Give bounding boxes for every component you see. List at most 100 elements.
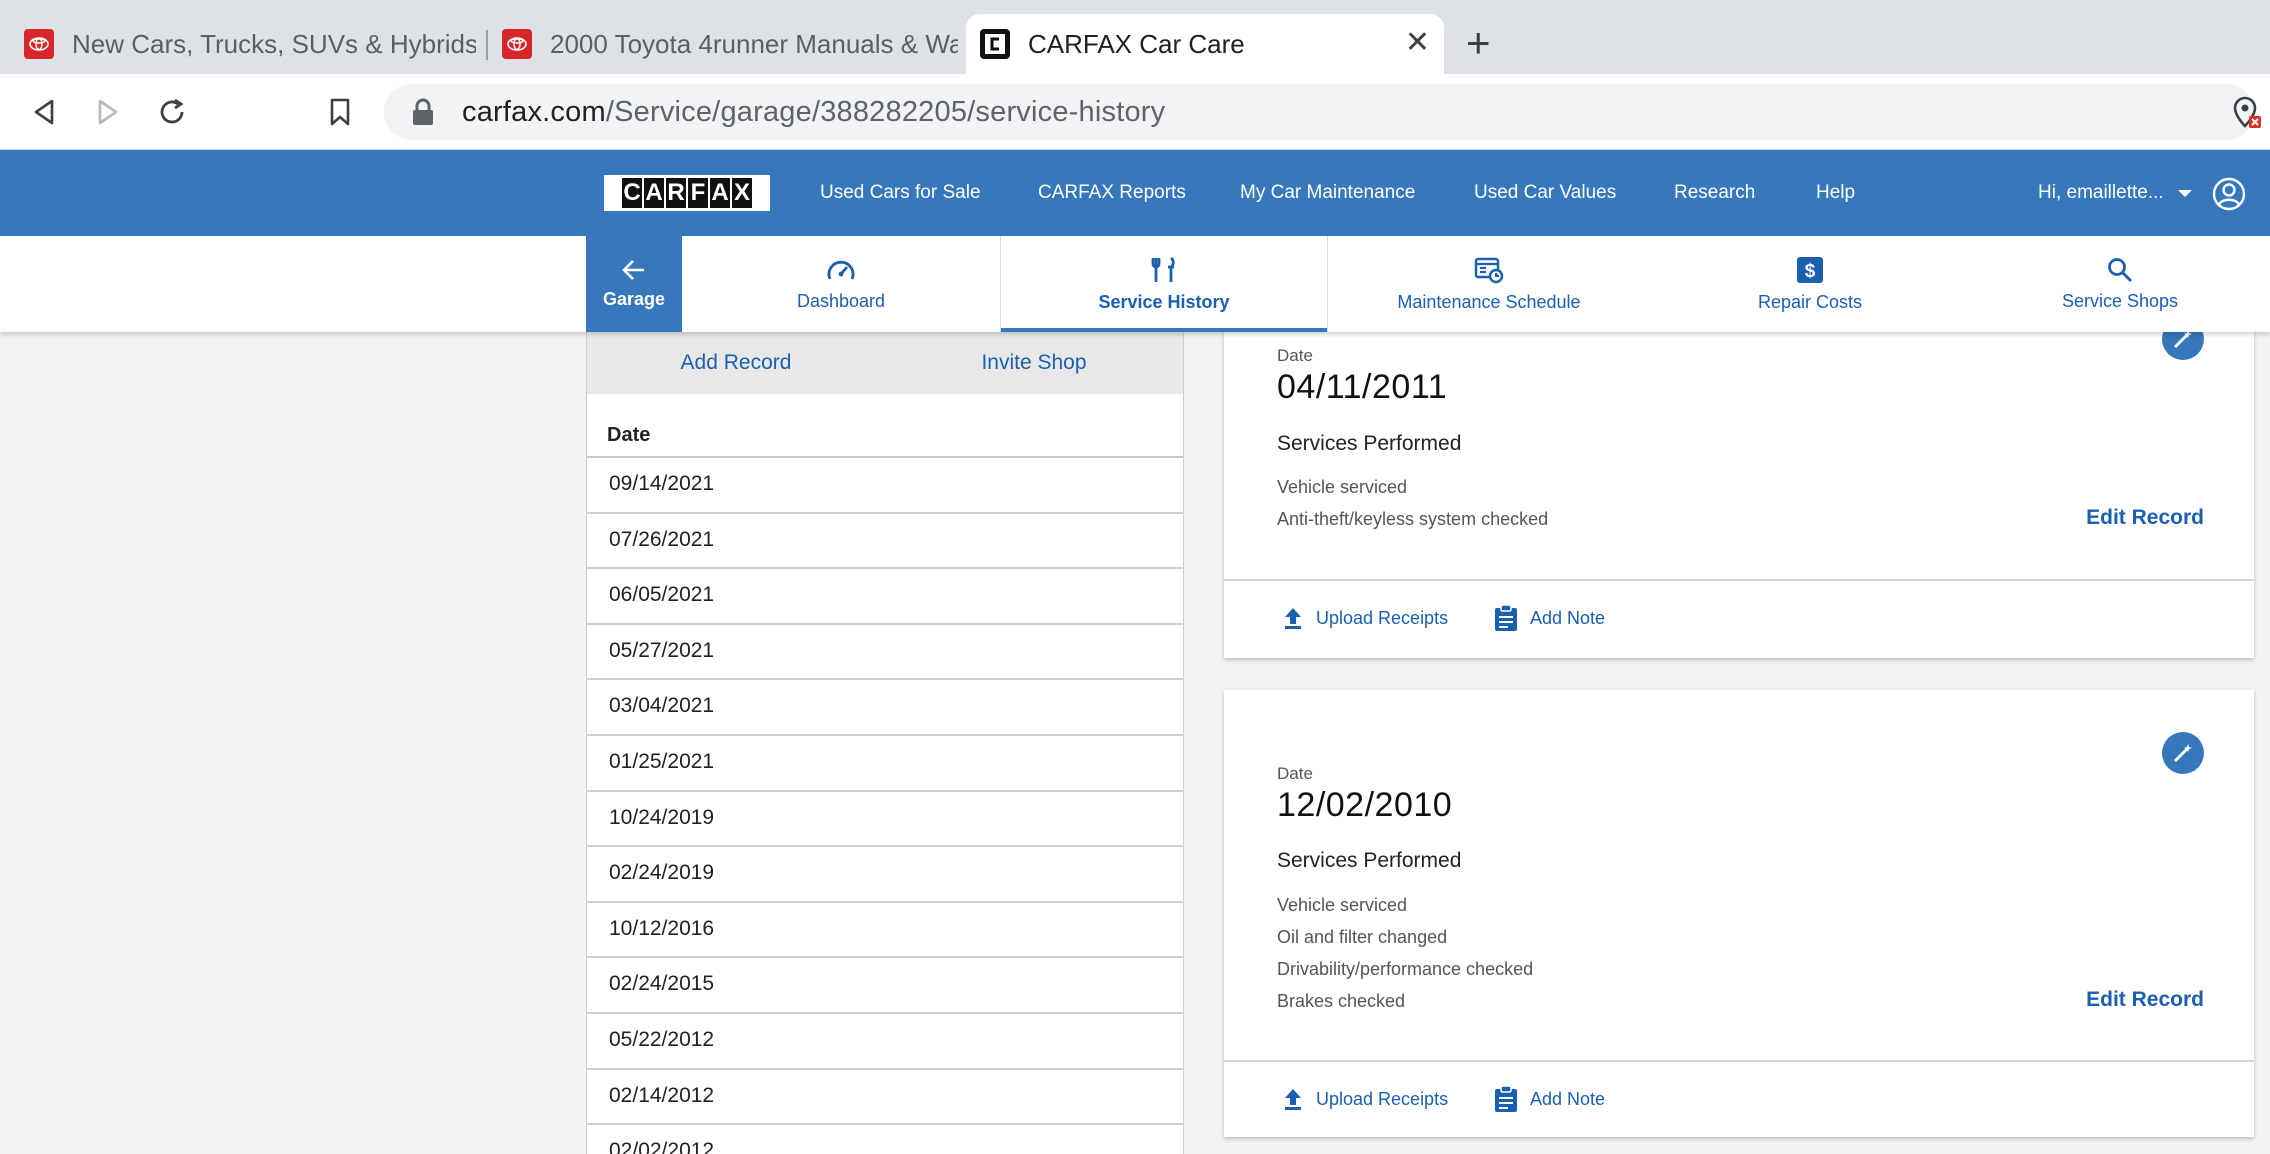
- service-item: Anti-theft/keyless system checked: [1277, 509, 1549, 529]
- add-note-button[interactable]: Add Note: [1494, 604, 1605, 632]
- carfax-header: CARFAX Used Cars for Sale CARFAX Reports…: [0, 150, 2270, 236]
- date-label: Date: [1277, 764, 1313, 783]
- record-date-row[interactable]: 05/22/2012: [587, 1014, 1183, 1070]
- tab-label: Maintenance Schedule: [1397, 291, 1581, 312]
- record-date-row[interactable]: 03/04/2021: [587, 680, 1183, 736]
- record-date-row[interactable]: 09/14/2021: [587, 458, 1183, 514]
- services-performed-title: Services Performed: [1277, 432, 1462, 455]
- browser-tab-toyota-new-cars[interactable]: New Cars, Trucks, SUVs & Hybrids |: [24, 14, 476, 74]
- record-date-row[interactable]: 06/05/2021: [587, 569, 1183, 625]
- tab-maintenance-schedule[interactable]: Maintenance Schedule: [1328, 236, 1650, 332]
- nav-used-cars[interactable]: Used Cars for Sale: [820, 150, 981, 236]
- card-divider: [1224, 1060, 2254, 1062]
- add-record-button[interactable]: Add Record: [587, 351, 885, 375]
- upload-icon: [1285, 608, 1301, 629]
- upload-receipts-button[interactable]: Upload Receipts: [1282, 606, 1448, 630]
- add-note-label: Add Note: [1530, 607, 1606, 628]
- record-date-row[interactable]: 10/12/2016: [587, 903, 1183, 959]
- edit-record-button[interactable]: Edit Record: [2086, 988, 2204, 1012]
- svg-text:$: $: [1805, 261, 1816, 282]
- garage-subnav: Garage Dashboard Service History Mainten…: [0, 236, 2270, 332]
- nav-my-car-maintenance[interactable]: My Car Maintenance: [1240, 150, 1415, 236]
- record-date: 12/02/2010: [1277, 786, 1453, 824]
- avatar-icon[interactable]: [2212, 177, 2246, 211]
- record-actions-bar: Add Record Invite Shop: [587, 332, 1183, 394]
- invite-shop-button[interactable]: Invite Shop: [885, 351, 1183, 375]
- service-item: Oil and filter changed: [1277, 927, 1448, 947]
- tab-separator: [486, 30, 488, 60]
- chevron-down-icon: [2177, 189, 2192, 197]
- carfax-favicon-icon: [980, 29, 1010, 59]
- toyota-favicon-icon: [502, 29, 532, 59]
- record-date-row[interactable]: 01/25/2021: [587, 736, 1183, 792]
- url-path: /Service/garage/388282205/service-histor…: [605, 95, 1166, 128]
- speedometer-icon: [827, 260, 855, 280]
- add-note-button[interactable]: Add Note: [1494, 1085, 1605, 1113]
- edit-record-button[interactable]: Edit Record: [2086, 506, 2204, 530]
- clipboard-icon: [1495, 604, 1517, 631]
- url-text: carfax.com/Service/garage/388282205/serv…: [462, 96, 1165, 129]
- tab-label: Service Shops: [2061, 290, 2179, 311]
- record-date: 04/11/2011: [1277, 368, 1448, 406]
- nav-research[interactable]: Research: [1674, 150, 1755, 236]
- magic-wand-icon[interactable]: [2162, 732, 2204, 774]
- date-label: Date: [1277, 346, 1313, 365]
- record-date-row[interactable]: 05/27/2021: [587, 625, 1183, 681]
- logo-letter: F: [688, 178, 708, 208]
- nav-carfax-reports[interactable]: CARFAX Reports: [1038, 150, 1186, 236]
- tab-label: Dashboard: [796, 290, 886, 311]
- record-date-row[interactable]: 02/02/2012: [587, 1125, 1183, 1154]
- carfax-logo[interactable]: CARFAX: [604, 175, 770, 211]
- tab-title: 2000 Toyota 4runner Manuals & Wa: [550, 28, 958, 59]
- calendar-clock-icon: [1474, 257, 1504, 283]
- tab-title: New Cars, Trucks, SUVs & Hybrids |: [72, 28, 476, 59]
- tab-title: CARFAX Car Care: [1028, 28, 1245, 59]
- nav-help[interactable]: Help: [1816, 150, 1855, 236]
- date-column-header: Date: [587, 424, 1183, 458]
- url-host: carfax.com: [462, 95, 606, 128]
- record-date-row[interactable]: 02/24/2015: [587, 958, 1183, 1014]
- nav-used-car-values[interactable]: Used Car Values: [1474, 150, 1616, 236]
- bookmark-icon[interactable]: [320, 92, 360, 132]
- tab-repair-costs[interactable]: $ Repair Costs: [1650, 236, 1970, 332]
- browser-tab-toyota-manuals[interactable]: 2000 Toyota 4runner Manuals & Wa: [502, 14, 958, 74]
- user-greeting: Hi, emaillette...: [2038, 182, 2164, 203]
- upload-receipts-button[interactable]: Upload Receipts: [1282, 1087, 1448, 1111]
- address-bar[interactable]: carfax.com/Service/garage/388282205/serv…: [384, 84, 2254, 140]
- card-divider: [1224, 579, 2254, 581]
- upload-icon: [1285, 1089, 1301, 1110]
- record-date-row[interactable]: 02/14/2012: [587, 1070, 1183, 1126]
- tab-dashboard[interactable]: Dashboard: [682, 236, 1000, 332]
- service-item: Drivability/performance checked: [1277, 959, 1534, 979]
- logo-letter: C: [622, 178, 642, 208]
- tab-service-shops[interactable]: Service Shops: [1970, 236, 2270, 332]
- logo-letter: A: [710, 178, 730, 208]
- browser-tab-carfax[interactable]: CARFAX Car Care ✕: [966, 14, 1444, 74]
- services-performed-title: Services Performed: [1277, 849, 1462, 872]
- toyota-favicon-icon: [24, 29, 54, 59]
- location-blocked-icon[interactable]: [2232, 96, 2262, 130]
- record-date-row[interactable]: 02/24/2019: [587, 847, 1183, 903]
- record-date-row[interactable]: 10/24/2019: [587, 792, 1183, 848]
- new-tab-icon[interactable]: +: [1466, 22, 1491, 64]
- garage-back-button[interactable]: Garage: [586, 236, 682, 332]
- logo-letter: R: [666, 178, 686, 208]
- browser-toolbar: carfax.com/Service/garage/388282205/serv…: [0, 74, 2270, 150]
- tab-service-history[interactable]: Service History: [1000, 236, 1328, 332]
- record-list-panel: Add Record Invite Shop Date 09/14/2021 0…: [586, 332, 1184, 1154]
- clipboard-icon: [1495, 1085, 1517, 1112]
- user-menu[interactable]: Hi, emaillette...: [2038, 150, 2192, 236]
- tab-label: Service History: [1098, 291, 1230, 312]
- tab-label: Repair Costs: [1757, 291, 1863, 312]
- back-icon[interactable]: [24, 92, 64, 132]
- logo-letter: X: [732, 178, 752, 208]
- garage-label: Garage: [602, 288, 666, 309]
- service-item: Vehicle serviced: [1277, 895, 1408, 915]
- lock-icon: [413, 98, 433, 125]
- reload-icon[interactable]: [152, 92, 192, 132]
- forward-icon[interactable]: [88, 92, 128, 132]
- logo-letter: A: [644, 178, 664, 208]
- record-date-row[interactable]: 07/26/2021: [587, 514, 1183, 570]
- upload-receipts-label: Upload Receipts: [1316, 1088, 1449, 1109]
- close-tab-icon[interactable]: ✕: [1405, 28, 1430, 58]
